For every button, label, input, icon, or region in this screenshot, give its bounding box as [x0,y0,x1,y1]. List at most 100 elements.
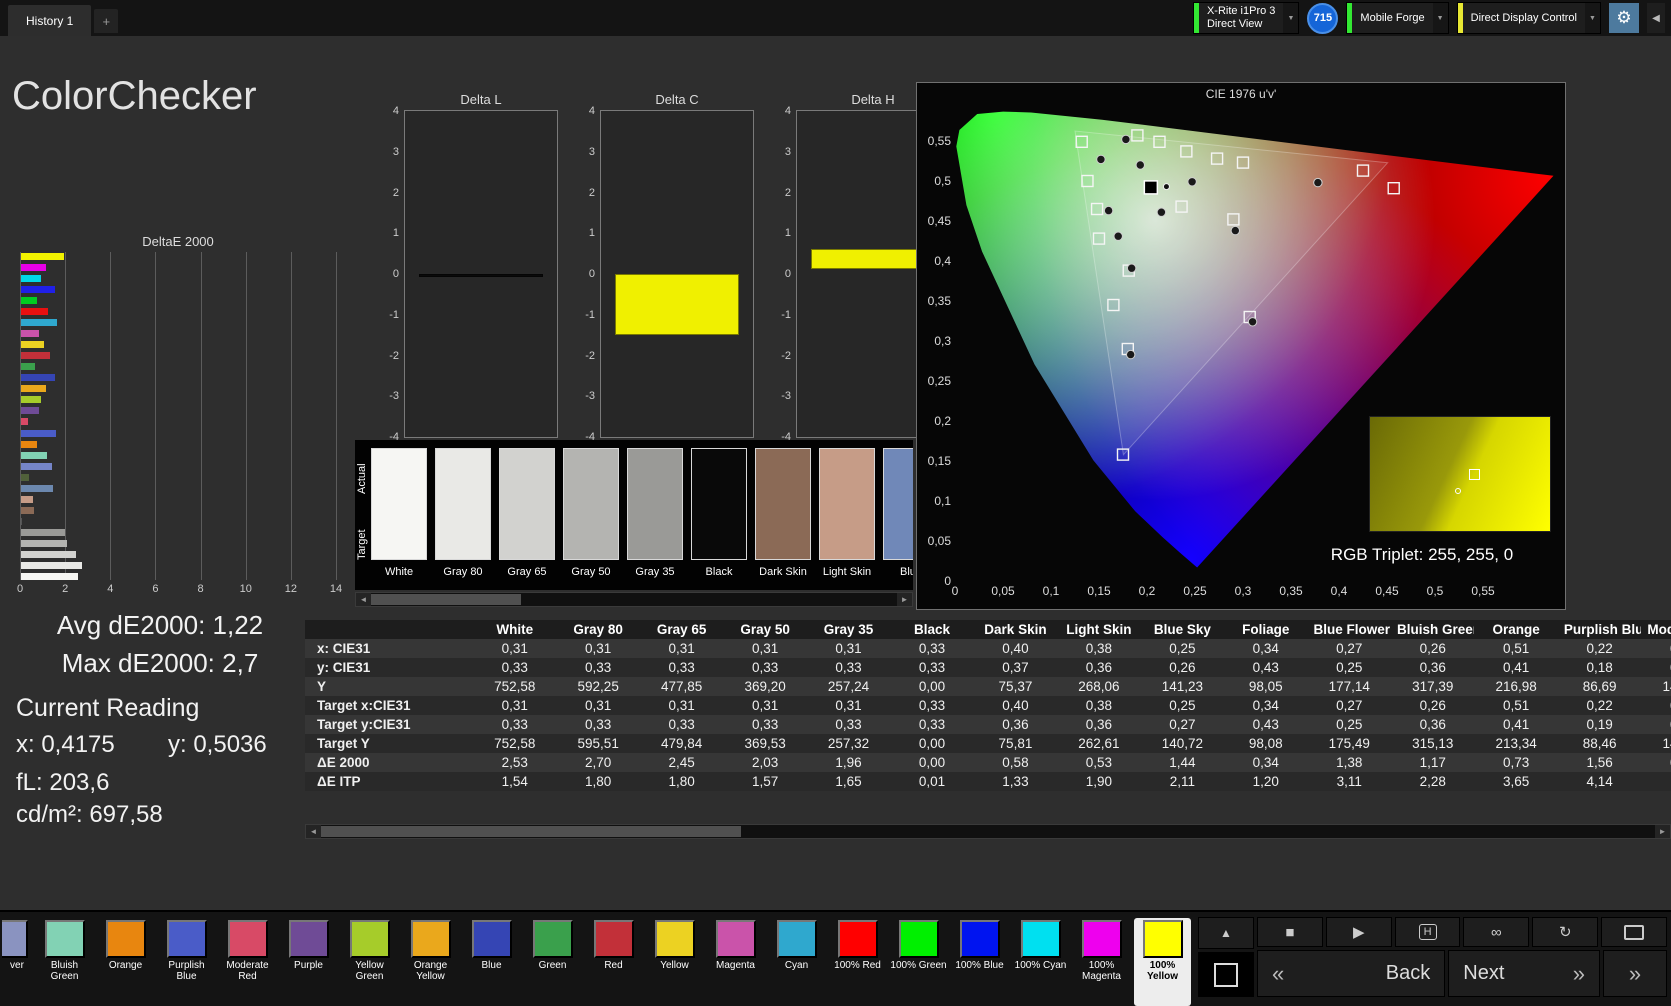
deltae-bar-orange [21,440,38,448]
chevron-down-icon[interactable]: ▼ [1283,3,1299,33]
patch-button-magenta[interactable]: Magenta [707,918,764,1006]
table-cell: 477,85 [660,679,703,694]
strip-patch-gray-50[interactable] [563,448,619,560]
gear-icon[interactable]: ⚙ [1609,3,1639,33]
patch-button-100-blue[interactable]: 100% Blue [951,918,1008,1006]
meter-label: Mobile Forge [1352,3,1432,33]
chevron-down-icon[interactable]: ▼ [1585,3,1600,33]
table-row: Target x:CIE31 0,31 0,31 0,31 0,31 0,31 0,33 0,… [305,696,1671,715]
more-right-button[interactable]: » [1603,950,1667,997]
patch-button-blue[interactable]: Blue [463,918,520,1006]
patch-button-orange[interactable]: Orange [97,918,154,1006]
patch-color-swatch [532,920,573,958]
cie-y-tick-label: 0,15 [927,454,951,468]
scroll-left-icon[interactable]: ◄ [356,593,371,606]
patch-button-100-magenta[interactable]: 100% Magenta [1073,918,1130,1006]
expand-up-button[interactable]: ▲ [1198,917,1254,949]
scroll-right-icon[interactable]: ► [1655,825,1670,838]
meter-xrite-dropdown[interactable]: X-Rite i1Pro 3 Direct View ▼ [1192,2,1300,34]
display-window-button[interactable] [1601,917,1667,947]
table-row: x: CIE31 0,31 0,31 0,31 0,31 0,31 0,33 0,40 0,38… [305,639,1671,658]
table-row-label: Target Y [317,736,370,751]
measurement-count-badge: 715 [1307,2,1339,34]
table-cell: 0,41 [1503,660,1530,675]
delta-y-tick-label: -3 [781,390,791,403]
patch-button-purple[interactable]: Purple [280,918,337,1006]
delta-y-tick-label: -2 [585,349,595,362]
scroll-right-icon[interactable]: ► [897,593,912,606]
patch-color-swatch [349,920,390,958]
stop-button[interactable]: ■ [1257,917,1323,947]
patch-button-yellow[interactable]: Yellow [646,918,703,1006]
patch-button-green[interactable]: Green [524,918,581,1006]
cie-x-tick-label: 0,5 [1426,584,1444,598]
meter-display-control-dropdown[interactable]: Direct Display Control ▼ [1456,2,1601,34]
table-cell: 0,41 [1503,717,1530,732]
current-cdm2-value: cd/m²: 697,58 [16,801,163,828]
patch-button-yellow-green[interactable]: Yellow Green [341,918,398,1006]
loop-button[interactable]: ↻ [1532,917,1599,947]
table-column-header: Moderate Red [1647,622,1671,637]
table-scroll-thumb[interactable] [321,826,741,837]
delta-c-chart: Delta C 4 3 2 1 0 -1 -2 -3 -4 [585,92,754,443]
table-cell: 0,27 [1169,717,1196,732]
strip-patch-blue[interactable] [883,448,913,560]
table-column-header: Dark Skin [984,622,1047,637]
deltae-bar-purple [21,407,39,415]
patch-button-ver[interactable]: ver [2,918,32,1006]
meter-pattern-source-dropdown[interactable]: Mobile Forge ▼ [1346,2,1449,34]
cie-y-tick-label: 0,2 [934,414,951,428]
patch-button-orange-yellow[interactable]: Orange Yellow [402,918,459,1006]
table-cell: 752,58 [494,736,536,751]
cie-measured-marker [1230,225,1241,236]
patch-button-cyan[interactable]: Cyan [768,918,825,1006]
strip-scrollbar[interactable]: ◄ ► [355,592,913,607]
patch-button-100-green[interactable]: 100% Green [890,918,947,1006]
strip-row-label-actual: Actual [356,463,368,495]
cie-measured-marker [1113,231,1123,241]
collapse-panel-icon[interactable]: ◀ [1647,3,1665,33]
patch-button-red[interactable]: Red [585,918,642,1006]
strip-patch-gray-35[interactable] [627,448,683,560]
strip-patch-white[interactable] [371,448,427,560]
patch-button-100-yellow[interactable]: 100% Yellow [1134,918,1191,1006]
table-cell: 0,40 [1002,641,1029,656]
continuous-measure-button[interactable]: ∞ [1463,917,1530,947]
strip-patch-light-skin[interactable] [819,448,875,560]
strip-patch-label: Dark Skin [759,566,807,578]
table-cell: 1,56 [1586,755,1613,770]
patch-button-bluish-green[interactable]: Bluish Green [36,918,93,1006]
table-cell: 0,33 [918,641,946,656]
strip-patch-gray-65[interactable] [499,448,555,560]
add-tab-button[interactable]: + [94,9,119,33]
meter-line2: Direct View [1206,18,1263,30]
cie-current-dot-marker [1162,183,1170,191]
back-button[interactable]: « Back [1257,950,1446,997]
delta-y-tick-label: -3 [389,390,399,403]
deltae-bar-light-skin [21,495,33,503]
hold-button[interactable]: H [1394,917,1461,947]
table-cell: 0,46 [1641,696,1671,715]
current-fl-value: fL: 203,6 [16,769,110,796]
table-cell: 0,31 [585,698,612,713]
table-row: Target y:CIE31 0,33 0,33 0,33 0,33 0,33 0,33 0,… [305,715,1671,734]
table-cell: 268,06 [1078,679,1120,694]
strip-patch-dark-skin[interactable] [755,448,811,560]
patch-button-moderate-red[interactable]: Moderate Red [219,918,276,1006]
strip-scroll-thumb[interactable] [371,594,521,605]
next-button[interactable]: Next » [1448,950,1600,997]
strip-scroll-track[interactable] [371,593,897,606]
tab-history-1[interactable]: History 1 [8,5,92,36]
scroll-left-icon[interactable]: ◄ [306,825,321,838]
table-scrollbar[interactable]: ◄ ► [305,824,1671,839]
patch-button-purplish-blue[interactable]: Purplish Blue [158,918,215,1006]
strip-patch-gray-80[interactable] [435,448,491,560]
patch-button-100-cyan[interactable]: 100% Cyan [1012,918,1069,1006]
strip-patch-black[interactable] [691,448,747,560]
patch-button-100-red[interactable]: 100% Red [829,918,886,1006]
table-cell: 0,19 [1586,717,1613,732]
chevron-down-icon[interactable]: ▼ [1432,3,1448,33]
table-scroll-track[interactable] [321,825,1655,838]
play-button[interactable]: ▶ [1325,917,1392,947]
black-pattern-button[interactable] [1198,952,1254,997]
